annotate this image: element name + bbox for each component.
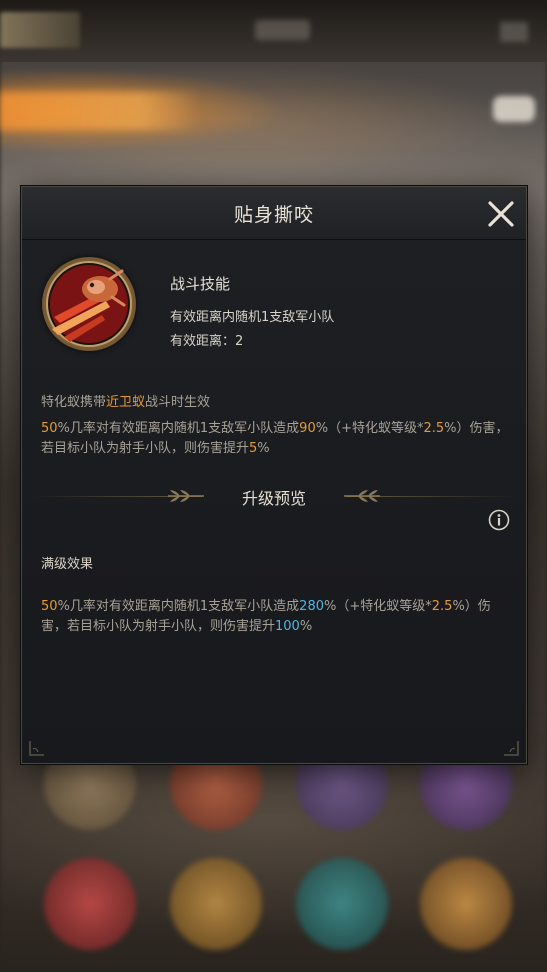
max-level-label: 满级效果 [41,557,94,572]
blurred-close-icon [500,22,528,42]
blurred-bubble [493,96,535,122]
blurred-top-bar [0,0,547,62]
condition-unit: 近卫蚁 [106,395,146,410]
dialog-title: 贴身撕咬 [233,204,314,226]
skill-detail-dialog: 贴身撕咬 战斗技能 有效距离内随机1支敌军小队 有效距离：2 特化蚁携带近卫蚁战… [21,186,527,764]
max-effect-text: %几率对有效距离内随机1支敌军小队造成 [57,599,300,614]
upgrade-preview-title: 升级预览 [241,489,306,508]
upgrade-preview-divider: 升级预览 [22,483,526,511]
skill-range: 有效距离：2 [170,330,243,349]
laurel-right-icon [344,490,380,502]
current-effect-text: 50%几率对有效距离内随机1支敌军小队造成90%（+特化蚁等级*2.5%）伤害，… [41,419,513,459]
condition-suffix: 战斗时生效 [145,395,211,410]
max-effect-bonus: 100 [275,619,300,634]
max-effect-chance: 50 [41,599,58,614]
blurred-back-button [0,12,80,48]
close-icon[interactable] [485,198,517,230]
skill-type-label: 战斗技能 [170,275,231,293]
skill-range-value: 2 [235,334,244,349]
corner-ornament-icon [504,741,519,756]
dialog-header: 贴身撕咬 [22,187,526,240]
skill-target-description: 有效距离内随机1支敌军小队 [170,310,335,325]
skill-range-label: 有效距离： [170,334,236,349]
blurred-skill-circle [170,858,262,950]
max-effect-per-level: 2.5 [431,599,453,614]
info-icon[interactable] [488,509,510,531]
activation-condition: 特化蚁携带近卫蚁战斗时生效 [41,391,210,410]
max-level-effect-text: 50%几率对有效距离内随机1支敌军小队造成280%（+特化蚁等级*2.5%）伤害… [41,597,515,637]
condition-prefix: 特化蚁携带 [41,395,107,410]
blurred-skill-circle [420,858,512,950]
effect-text: % [257,441,270,456]
max-effect-damage: 280 [299,599,324,614]
corner-ornament-icon [29,741,44,756]
max-effect-text: %（+特化蚁等级* [324,599,432,614]
blurred-title [255,20,310,40]
blurred-skill-circle [44,858,136,950]
effect-text: %（+特化蚁等级* [315,421,424,436]
effect-per-level: 2.5 [423,421,445,436]
ant-skill-icon [42,257,136,351]
blurred-banner [0,92,200,130]
effect-text: %几率对有效距离内随机1支敌军小队造成 [57,421,300,436]
effect-damage: 90 [299,421,316,436]
effect-chance: 50 [41,421,58,436]
blurred-skill-circle [296,858,388,950]
max-effect-text: % [299,619,313,634]
